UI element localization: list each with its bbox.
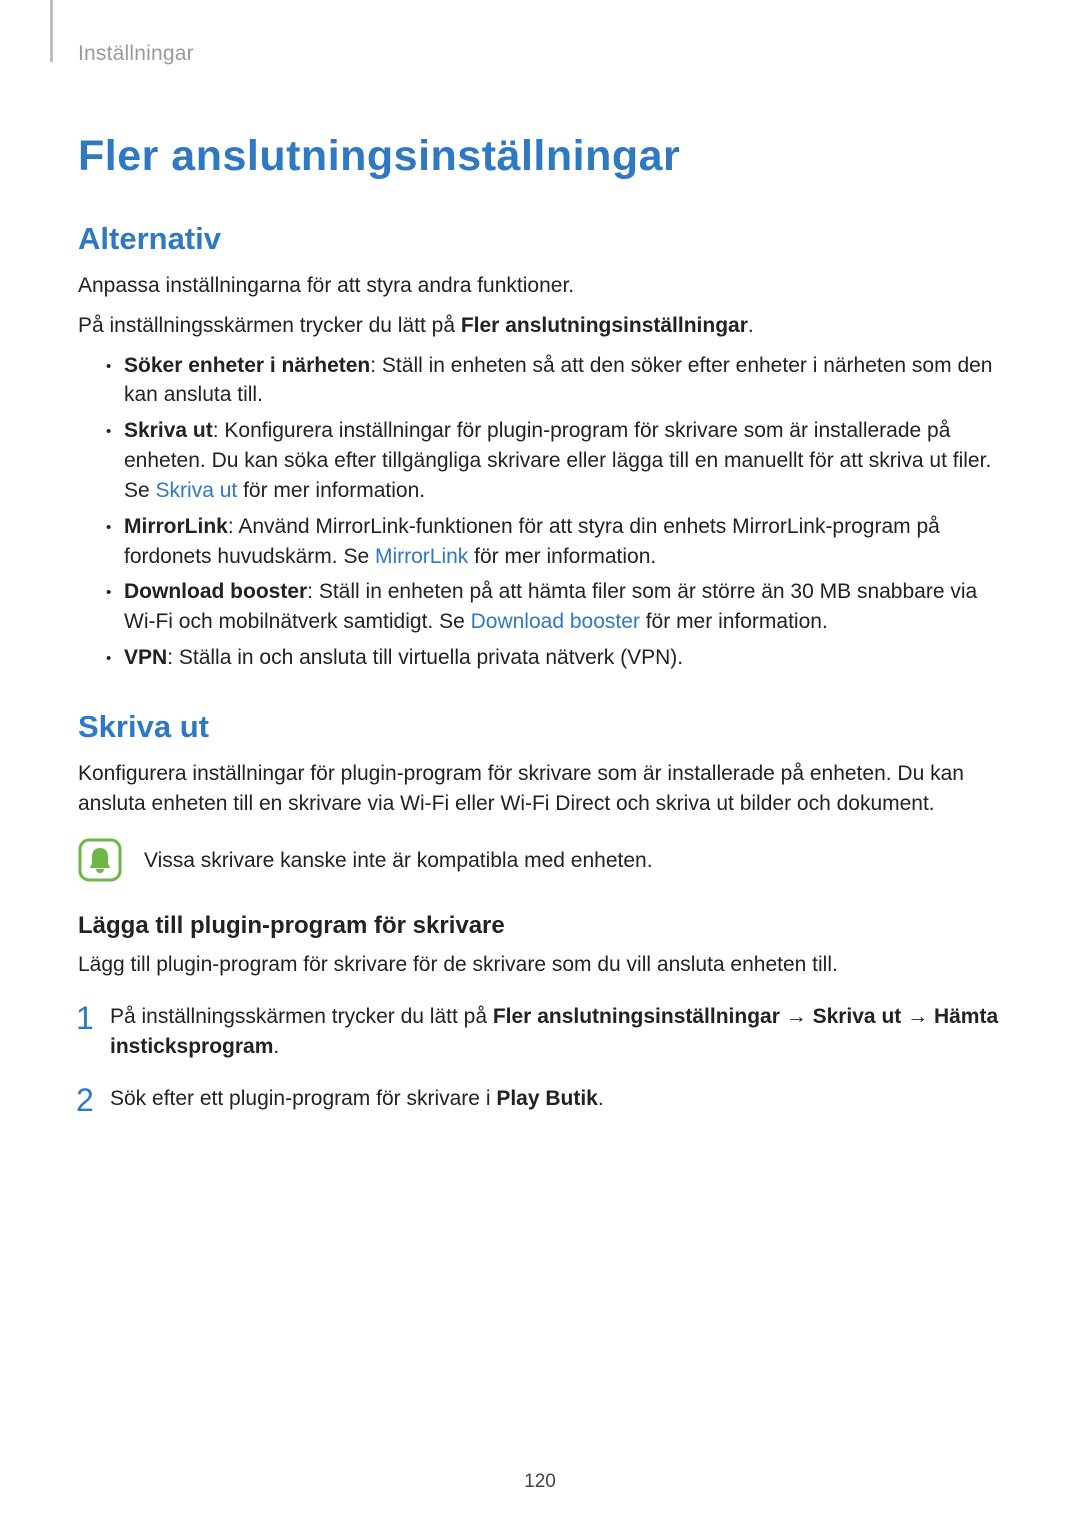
alternativ-list: Söker enheter i närheten: Ställ in enhet… (78, 351, 1002, 673)
item-label: Download booster (124, 580, 307, 603)
item-label: Söker enheter i närheten (124, 354, 370, 377)
list-item: Skriva ut: Konfigurera inställningar för… (106, 416, 1002, 505)
item-text: för mer information. (468, 545, 656, 568)
bold-text: Play Butik (496, 1087, 598, 1110)
step-number: 2 (76, 1078, 94, 1123)
link-download-booster[interactable]: Download booster (471, 610, 640, 633)
add-plugin-intro: Lägg till plugin-program för skrivare fö… (78, 950, 1002, 980)
step-text: . (598, 1087, 604, 1110)
header-accent-line (50, 0, 53, 62)
note-text: Vissa skrivare kanske inte är kompatibla… (144, 846, 653, 875)
alternativ-tap-instruction: På inställningsskärmen trycker du lätt p… (78, 311, 1002, 341)
step-number: 1 (76, 996, 94, 1041)
step-text: På inställningsskärmen trycker du lätt p… (110, 1005, 493, 1028)
item-label: VPN (124, 646, 167, 669)
item-text: för mer information. (237, 479, 425, 502)
item-text: för mer information. (640, 610, 828, 633)
bell-note-icon (78, 838, 122, 882)
text: . (748, 314, 754, 337)
page-title: Fler anslutningsinställningar (78, 132, 1002, 181)
item-text: : Ställa in och ansluta till virtuella p… (167, 646, 683, 669)
bold-text: Fler anslutningsinställningar (461, 314, 748, 337)
alternativ-intro: Anpassa inställningarna för att styra an… (78, 271, 1002, 301)
list-item: Download booster: Ställ in enheten på at… (106, 577, 1002, 637)
arrow: → (780, 1005, 813, 1028)
list-item: VPN: Ställa in och ansluta till virtuell… (106, 643, 1002, 673)
link-mirrorlink[interactable]: MirrorLink (375, 545, 468, 568)
page: Inställningar Fler anslutningsinställnin… (0, 0, 1080, 1527)
skriva-ut-intro: Konfigurera inställningar för plugin-pro… (78, 759, 1002, 819)
note: Vissa skrivare kanske inte är kompatibla… (78, 838, 1002, 882)
list-item: MirrorLink: Använd MirrorLink-funktionen… (106, 512, 1002, 572)
section-heading-alternativ: Alternativ (78, 221, 1002, 257)
subheading-add-plugin: Lägga till plugin-program för skrivare (78, 912, 1002, 940)
steps-list: 1 På inställningsskärmen trycker du lätt… (78, 1002, 1002, 1113)
step-item: 1 På inställningsskärmen trycker du lätt… (78, 1002, 1002, 1062)
link-skriva-ut[interactable]: Skriva ut (156, 479, 238, 502)
step-text: Sök efter ett plugin-program för skrivar… (110, 1087, 496, 1110)
text: På inställningsskärmen trycker du lätt p… (78, 314, 461, 337)
section-heading-skriva-ut: Skriva ut (78, 709, 1002, 745)
step-text: . (273, 1035, 279, 1058)
step-item: 2 Sök efter ett plugin-program för skriv… (78, 1084, 1002, 1114)
page-number: 120 (0, 1471, 1080, 1493)
bold-text: Skriva ut (813, 1005, 902, 1028)
breadcrumb: Inställningar (78, 42, 1002, 66)
item-label: MirrorLink (124, 515, 228, 538)
item-label: Skriva ut (124, 419, 213, 442)
arrow: → (901, 1005, 934, 1028)
list-item: Söker enheter i närheten: Ställ in enhet… (106, 351, 1002, 411)
bold-text: Fler anslutningsinställningar (493, 1005, 780, 1028)
